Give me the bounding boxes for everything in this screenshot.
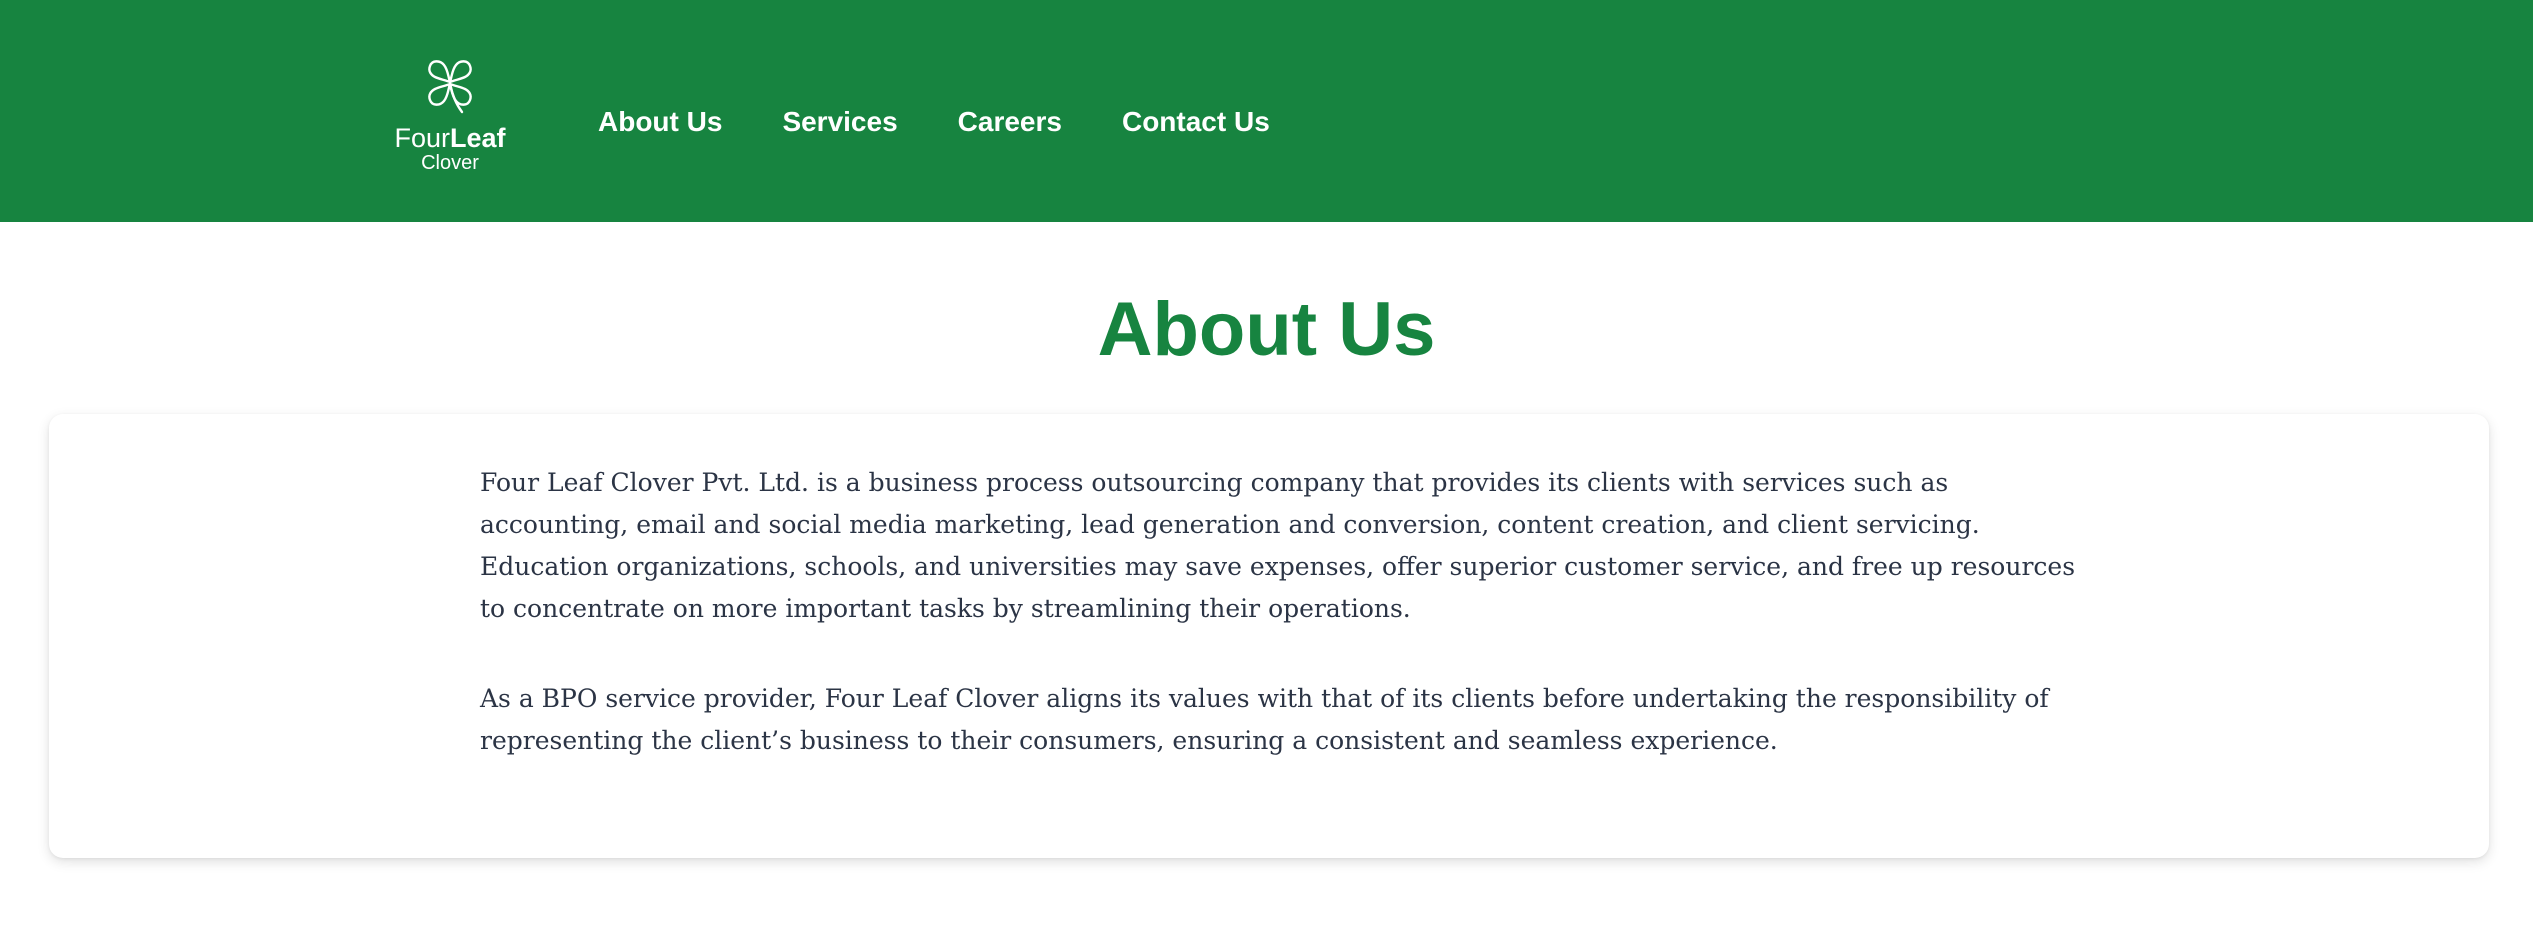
nav-contact-us[interactable]: Contact Us: [1122, 104, 1270, 140]
about-paragraph-bpo: As a BPO service provider, Four Leaf Clo…: [480, 684, 2049, 755]
logo-word-regular: Four: [394, 123, 450, 153]
about-card: Four Leaf Clover Pvt. Ltd. is a business…: [49, 414, 2489, 858]
about-paragraph-intro: Four Leaf Clover Pvt. Ltd. is a business…: [480, 468, 2076, 623]
about-content: Four Leaf Clover Pvt. Ltd. is a business…: [480, 462, 2080, 810]
logo-subtitle: Clover: [421, 152, 479, 174]
page-title: About Us: [1097, 287, 1436, 372]
logo-wordmark: FourLeaf: [388, 124, 512, 152]
nav-services[interactable]: Services: [782, 104, 897, 140]
main-nav: About Us Services Careers Contact Us: [598, 104, 1330, 140]
brand-logo[interactable]: FourLeaf Clover: [388, 52, 512, 182]
logo-word-bold: Leaf: [450, 123, 506, 153]
nav-about-us[interactable]: About Us: [598, 104, 722, 140]
four-leaf-clover-icon: [428, 60, 472, 114]
nav-careers[interactable]: Careers: [958, 104, 1062, 140]
site-header: FourLeaf Clover About Us Services Career…: [0, 0, 2533, 222]
